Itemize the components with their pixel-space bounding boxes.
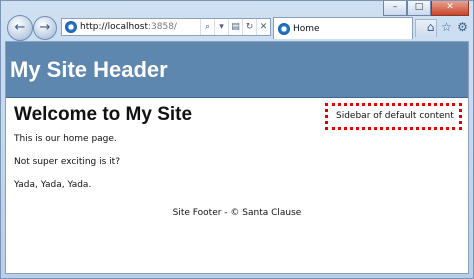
back-arrow-icon: ← — [14, 20, 26, 35]
tab-title: Home — [293, 23, 320, 34]
search-icon[interactable]: ⌕ — [200, 19, 214, 35]
tab-ie-icon — [278, 22, 290, 35]
paragraph-3: Yada, Yada, Yada. — [14, 180, 92, 190]
toolbar-icons: ⌂ ☆ ⚙ — [424, 19, 469, 35]
home-icon[interactable]: ⌂ — [424, 19, 437, 35]
address-bar[interactable]: http://localhost:3858/ ⌕ ▾ ▤ ↻ ✕ — [61, 18, 271, 36]
refresh-icon[interactable]: ↻ — [242, 19, 256, 35]
page-title: Welcome to My Site — [14, 104, 193, 125]
navigation-bar: ← → http://localhost:3858/ ⌕ ▾ ▤ ↻ ✕ Hom… — [5, 15, 469, 41]
sidebar: Sidebar of default content — [325, 103, 462, 130]
stop-icon[interactable]: ✕ — [256, 19, 270, 35]
compatibility-view-icon[interactable]: ▤ — [228, 19, 242, 35]
minimize-button[interactable]: – — [383, 1, 407, 16]
address-port: :3858/ — [147, 22, 177, 32]
main-content: Welcome to My Site This is our home page… — [14, 98, 294, 203]
page-viewport: My Site Header Welcome to My Site This i… — [5, 41, 469, 274]
address-host: http://localhost — [80, 22, 148, 32]
site-footer: Site Footer - © Santa Clause — [172, 208, 302, 218]
maximize-button[interactable]: □ — [407, 1, 431, 16]
forward-button[interactable]: → — [33, 16, 57, 40]
ie-page-icon — [65, 21, 77, 33]
window-controls: – □ ✕ — [383, 1, 469, 16]
paragraph-2: Not super exciting is it? — [14, 157, 120, 167]
forward-arrow-icon: → — [39, 20, 51, 35]
close-window-button[interactable]: ✕ — [431, 1, 469, 16]
paragraph-1: This is our home page. — [14, 134, 117, 144]
site-header: My Site Header — [6, 42, 468, 98]
gear-icon[interactable]: ⚙ — [456, 19, 469, 35]
browser-window: – □ ✕ ← → http://localhost:3858/ ⌕ ▾ ▤ ↻… — [0, 0, 474, 279]
address-text[interactable]: http://localhost:3858/ — [80, 22, 200, 32]
tab-home[interactable]: Home — [273, 17, 413, 39]
back-button[interactable]: ← — [7, 15, 33, 41]
favorites-star-icon[interactable]: ☆ — [440, 19, 453, 35]
dropdown-icon[interactable]: ▾ — [214, 19, 228, 35]
